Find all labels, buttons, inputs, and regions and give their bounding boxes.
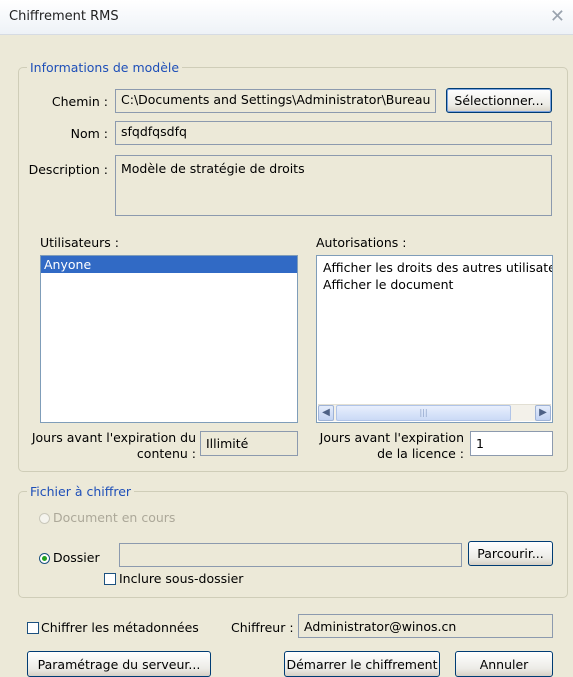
users-label: Utilisateurs : [40,235,119,250]
current-document-label: Document en cours [53,510,176,525]
license-expiry-label-line2: de la licence : [377,446,464,461]
users-list[interactable]: Anyone [40,255,298,423]
close-icon[interactable]: ✕ [550,6,565,27]
include-subfolders-label[interactable]: Inclure sous-dossier [119,571,243,586]
folder-label[interactable]: Dossier [53,550,100,565]
server-settings-button[interactable]: Paramétrage du serveur... [27,651,211,677]
path-label: Chemin : [51,94,108,109]
arrow-left-icon[interactable]: ◀ [318,405,334,421]
encryptor-field[interactable]: Administrator@winos.cn [298,614,553,638]
encrypt-metadata-label[interactable]: Chiffrer les métadonnées [41,620,199,635]
window-title: Chiffrement RMS [9,9,119,24]
content-expiry-label-line2: contenu : [136,446,196,461]
description-field[interactable]: Modèle de stratégie de droits [115,155,552,216]
permissions-list[interactable]: Afficher les droits des autres utilisate… [316,255,553,423]
encryptor-label: Chiffreur : [231,620,294,635]
file-legend: Fichier à chiffrer [30,484,132,499]
folder-radio[interactable] [39,553,50,564]
content-expiry-field[interactable]: Illimité [200,431,298,456]
license-expiry-field[interactable]: 1 [470,431,553,456]
description-label: Description : [28,162,108,177]
content-expiry-label-line1: Jours avant l'expiration du [31,430,196,445]
encrypt-metadata-checkbox[interactable] [27,622,39,634]
permissions-label: Autorisations : [316,235,407,250]
template-info-legend: Informations de modèle [30,60,180,75]
folder-field[interactable] [119,543,462,567]
name-label: Nom : [70,126,108,141]
start-encryption-button[interactable]: Démarrer le chiffrement [284,651,440,677]
arrow-right-icon[interactable]: ▶ [535,405,551,421]
name-field[interactable]: sfqdfqsdfq [115,121,552,145]
list-item[interactable]: Afficher le document [317,276,552,293]
horizontal-scrollbar[interactable]: ◀ ||| ▶ [318,404,551,421]
select-template-button[interactable]: Sélectionner... [446,88,552,113]
scrollbar-thumb[interactable]: ||| [336,405,511,421]
list-item[interactable]: Anyone [41,256,297,273]
include-subfolders-checkbox[interactable] [104,573,116,585]
title-bar: Chiffrement RMS ✕ [0,0,573,35]
path-field[interactable]: C:\Documents and Settings\Administrator\… [115,89,436,113]
cancel-button[interactable]: Annuler [455,651,553,677]
current-document-radio [39,513,50,524]
license-expiry-label-line1: Jours avant l'expiration [319,430,464,445]
browse-button[interactable]: Parcourir... [468,541,553,566]
list-item[interactable]: Afficher les droits des autres utilisate… [317,259,552,276]
